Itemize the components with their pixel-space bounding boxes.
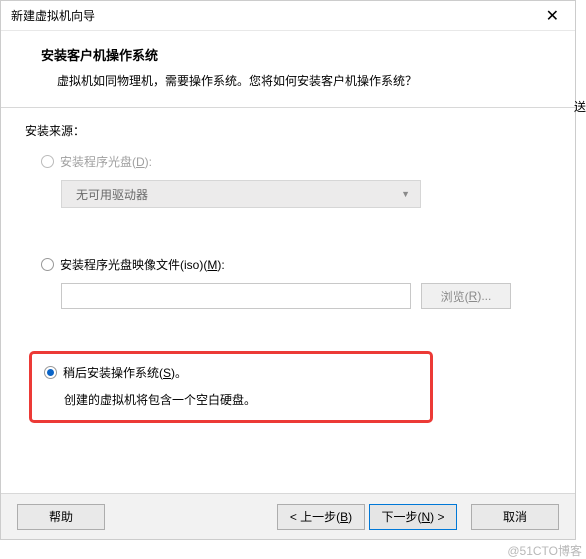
radio-disc-label: 安装程序光盘(D):: [60, 153, 152, 170]
radio-disc: 安装程序光盘(D):: [41, 153, 551, 170]
wizard-content: 安装来源： 安装程序光盘(D): 无可用驱动器 ▼ 安装程序光盘映像文件(iso…: [1, 108, 575, 433]
help-button[interactable]: 帮助: [17, 504, 105, 530]
option-iso-group: 安装程序光盘映像文件(iso)(M): 浏览(R)...: [41, 256, 551, 309]
iso-file-row: 浏览(R)...: [61, 283, 551, 309]
drive-dropdown: 无可用驱动器 ▼: [61, 180, 421, 208]
radio-later-label: 稍后安装操作系统(S)。: [63, 364, 187, 381]
header-subtitle: 虚拟机如同物理机，需要操作系统。您将如何安装客户机操作系统？: [57, 72, 547, 89]
radio-later[interactable]: 稍后安装操作系统(S)。: [44, 364, 418, 381]
cancel-button[interactable]: 取消: [471, 504, 559, 530]
later-hint: 创建的虚拟机将包含一个空白硬盘。: [64, 391, 418, 408]
watermark: @51CTO博客: [507, 542, 582, 559]
source-label: 安装来源：: [25, 122, 551, 139]
header-title: 安装客户机操作系统: [41, 45, 547, 64]
window-title: 新建虚拟机向导: [11, 7, 95, 24]
radio-iso[interactable]: 安装程序光盘映像文件(iso)(M):: [41, 256, 551, 273]
back-button[interactable]: < 上一步(B): [277, 504, 365, 530]
radio-iso-label: 安装程序光盘映像文件(iso)(M):: [60, 256, 225, 273]
wizard-window: 新建虚拟机向导 ✕ 安装客户机操作系统 虚拟机如同物理机，需要操作系统。您将如何…: [0, 0, 576, 540]
option-disc-group: 安装程序光盘(D): 无可用驱动器 ▼: [41, 153, 551, 208]
chevron-down-icon: ▼: [401, 189, 410, 199]
option-later-highlight: 稍后安装操作系统(S)。 创建的虚拟机将包含一个空白硬盘。: [29, 351, 433, 423]
wizard-header: 安装客户机操作系统 虚拟机如同物理机，需要操作系统。您将如何安装客户机操作系统？: [1, 31, 575, 108]
dropdown-text: 无可用驱动器: [76, 186, 148, 203]
close-icon[interactable]: ✕: [538, 6, 567, 26]
titlebar: 新建虚拟机向导 ✕: [1, 1, 575, 31]
radio-icon: [41, 258, 54, 271]
browse-button: 浏览(R)...: [421, 283, 511, 309]
radio-icon: [41, 155, 54, 168]
radio-icon: [44, 366, 57, 379]
side-text: 送: [574, 98, 586, 115]
next-button[interactable]: 下一步(N) >: [369, 504, 457, 530]
button-bar: 帮助 < 上一步(B) 下一步(N) > 取消: [1, 493, 575, 539]
iso-path-input[interactable]: [61, 283, 411, 309]
